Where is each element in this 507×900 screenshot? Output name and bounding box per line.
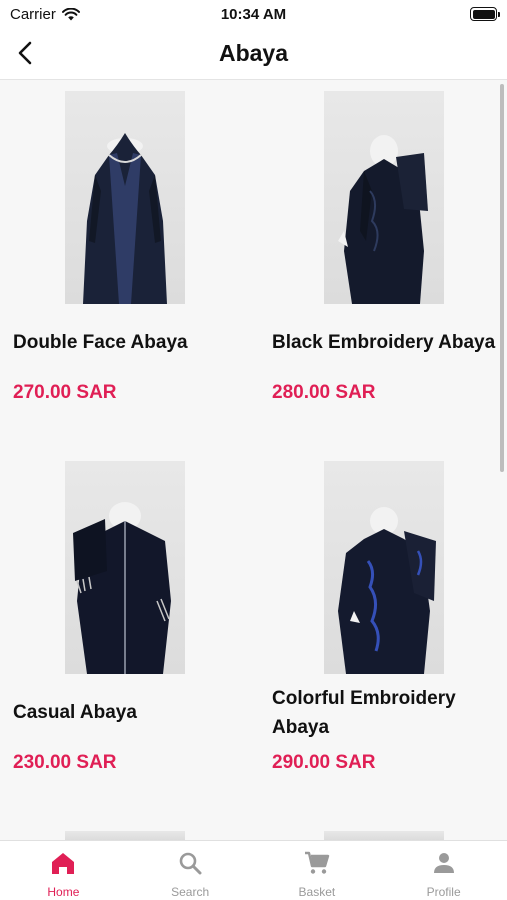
scrollbar[interactable] [500, 84, 504, 472]
product-price: 270.00 SAR [13, 382, 117, 403]
product-image [65, 461, 185, 674]
tab-label: Basket [298, 885, 336, 899]
product-price: 230.00 SAR [13, 752, 117, 773]
tab-profile[interactable]: Profile [380, 841, 507, 900]
product-price: 280.00 SAR [272, 382, 376, 403]
product-name: Casual Abaya [13, 702, 137, 723]
tab-label: Search [171, 885, 210, 899]
product-card[interactable]: Casual Abaya 230.00 SAR [13, 450, 253, 810]
product-card[interactable]: Colorful Embroidery Abaya 290.00 SAR [272, 450, 507, 810]
cart-icon [303, 849, 331, 877]
tab-label: Home [47, 885, 80, 899]
tab-label: Profile [426, 885, 461, 899]
clock: 10:34 AM [220, 6, 287, 23]
navigation-bar: Abaya [0, 30, 507, 80]
product-name: Colorful Embroidery Abaya [272, 688, 456, 738]
home-icon [49, 849, 77, 877]
battery-icon [470, 7, 500, 21]
product-price: 290.00 SAR [272, 752, 376, 773]
tab-search[interactable]: Search [127, 841, 254, 900]
page-title: Abaya [218, 40, 289, 66]
product-card[interactable]: Double Face Abaya 270.00 SAR [13, 80, 253, 440]
product-card[interactable]: Black Embroidery Abaya 280.00 SAR [272, 80, 507, 440]
tab-home[interactable]: Home [0, 841, 127, 900]
product-name: Black Embroidery Abaya [272, 332, 496, 353]
tab-bar: Home Search Basket Profile [0, 840, 507, 900]
search-icon [176, 849, 204, 877]
product-image[interactable] [324, 831, 444, 840]
product-image [65, 91, 185, 304]
product-image [324, 91, 444, 304]
product-image[interactable] [65, 831, 185, 840]
product-name: Double Face Abaya [13, 332, 188, 353]
status-bar: Carrier 10:34 AM [0, 0, 507, 30]
person-icon [430, 849, 458, 877]
product-image [324, 461, 444, 674]
tab-basket[interactable]: Basket [254, 841, 381, 900]
product-grid[interactable]: Double Face Abaya 270.00 SAR Black Embro… [0, 80, 507, 840]
